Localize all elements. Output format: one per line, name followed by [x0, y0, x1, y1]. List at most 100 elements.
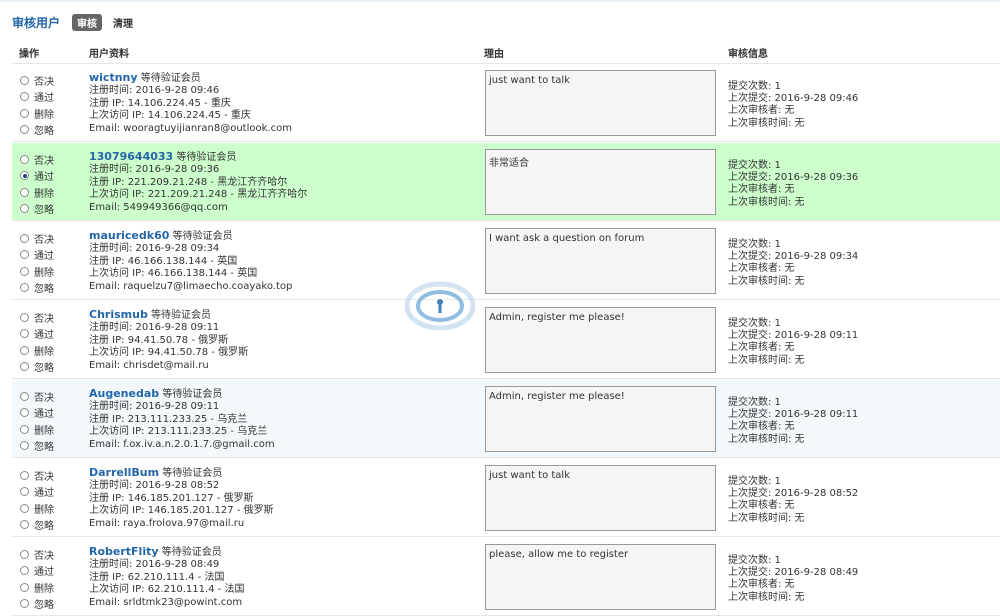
radio-reject[interactable]: 否决 — [20, 546, 54, 563]
radio-ignore[interactable]: 忽略 — [20, 122, 54, 139]
table-row: 否决 通过 删除 忽略 DarrellBum 等待验证会员 注册时间: 2016-9-28… — [12, 459, 1000, 537]
radio-ignore[interactable]: 忽略 — [20, 280, 54, 297]
radio-button[interactable] — [20, 470, 29, 480]
username-link[interactable]: RobertFlity — [89, 545, 159, 558]
radio-button[interactable] — [20, 204, 29, 214]
radio-approve[interactable]: 通过 — [20, 484, 54, 501]
radio-label: 忽略 — [34, 363, 54, 375]
radio-delete[interactable]: 删除 — [20, 421, 54, 438]
reason-textarea[interactable]: please, allow me to register — [485, 544, 716, 610]
radio-approve[interactable]: 通过 — [20, 168, 54, 185]
reason-textarea[interactable]: 非常适合 — [485, 149, 716, 215]
radio-label: 忽略 — [34, 600, 54, 612]
radio-button[interactable] — [20, 503, 29, 513]
radio-button[interactable] — [20, 345, 29, 355]
last-submit: 上次提交: 2016-9-28 09:34 — [728, 251, 859, 263]
radio-button[interactable] — [20, 266, 29, 276]
username-link[interactable]: DarrellBum — [89, 466, 159, 479]
radio-label: 通过 — [34, 567, 54, 579]
reason-textarea[interactable]: just want to talk — [485, 465, 716, 531]
radio-delete[interactable]: 删除 — [20, 263, 54, 280]
radio-button[interactable] — [20, 283, 29, 293]
radio-button[interactable] — [20, 549, 29, 559]
radio-ignore[interactable]: 忽略 — [20, 201, 54, 218]
user-status: 等待验证会员 — [162, 389, 223, 400]
reason-textarea[interactable]: I want ask a question on forum — [485, 228, 716, 294]
radio-approve[interactable]: 通过 — [20, 326, 54, 343]
radio-approve[interactable]: 通过 — [20, 247, 54, 264]
last-reviewer: 上次审核者: 无 — [728, 579, 795, 591]
radio-label: 否决 — [34, 471, 54, 483]
user-info: RobertFlity 等待验证会员 注册时间: 2016-9-28 08:49 注… — [89, 545, 244, 609]
review-info: 提交次数: 1 上次提交: 2016-9-28 09:34 上次审核者: 无上次审核… — [728, 239, 858, 288]
username-link[interactable]: 13079644033 — [89, 150, 173, 163]
radio-approve[interactable]: 通过 — [20, 89, 54, 106]
last-submit: 上次提交: 2016-9-28 09:11 — [728, 409, 859, 421]
username-link[interactable]: mauricedk60 — [89, 229, 169, 242]
radio-reject[interactable]: 否决 — [20, 467, 54, 484]
radio-button[interactable] — [20, 125, 29, 135]
radio-ignore[interactable]: 忽略 — [20, 517, 54, 534]
user-status: 等待验证会员 — [162, 468, 223, 479]
radio-reject[interactable]: 否决 — [20, 309, 54, 326]
user-status: 等待验证会员 — [161, 547, 222, 558]
reason-textarea[interactable]: just want to talk — [485, 70, 716, 136]
radio-ignore[interactable]: 忽略 — [20, 359, 54, 376]
radio-ignore[interactable]: 忽略 — [20, 438, 54, 455]
username-link[interactable]: wictnny — [89, 71, 138, 84]
last-review-time: 上次审核时间: 无 — [728, 275, 805, 287]
radio-button[interactable] — [20, 441, 29, 451]
radio-reject[interactable]: 否决 — [20, 151, 54, 168]
register-ip: 注册 IP: 94.41.50.78 - 俄罗斯 — [89, 334, 229, 346]
radio-label: 忽略 — [34, 205, 54, 217]
user-email: Email: f.ox.iv.a.n.2.0.1.7.@gmail.com — [89, 438, 275, 450]
radio-button[interactable] — [20, 599, 29, 609]
radio-button[interactable] — [20, 187, 29, 197]
radio-delete[interactable]: 删除 — [20, 105, 54, 122]
radio-button[interactable] — [20, 75, 29, 85]
review-info: 提交次数: 1 上次提交: 2016-9-28 09:36 上次审核者: 无上次审核… — [728, 160, 858, 209]
radio-button[interactable] — [20, 312, 29, 322]
radio-button[interactable] — [20, 92, 29, 102]
radio-delete[interactable]: 删除 — [20, 500, 54, 517]
tab-cleanup[interactable]: 清理 — [108, 14, 138, 31]
reason-textarea[interactable]: Admin, register me please! — [485, 307, 716, 373]
radio-button[interactable] — [20, 582, 29, 592]
register-ip: 注册 IP: 14.106.224.45 - 重庆 — [89, 97, 231, 109]
review-info: 提交次数: 1 上次提交: 2016-9-28 08:49 上次审核者: 无上次审核… — [728, 555, 858, 604]
last-submit: 上次提交: 2016-9-28 09:36 — [728, 172, 859, 184]
username-link[interactable]: Chrismub — [89, 308, 148, 321]
radio-button[interactable] — [20, 566, 29, 576]
radio-label: 通过 — [34, 488, 54, 500]
register-time: 注册时间: 2016-9-28 09:34 — [89, 243, 220, 255]
radio-delete[interactable]: 删除 — [20, 184, 54, 201]
radio-button[interactable] — [20, 424, 29, 434]
reason-textarea[interactable]: Admin, register me please! — [485, 386, 716, 452]
radio-button[interactable] — [20, 108, 29, 118]
review-info: 提交次数: 1 上次提交: 2016-9-28 09:11 上次审核者: 无上次审核… — [728, 397, 858, 446]
radio-reject[interactable]: 否决 — [20, 388, 54, 405]
review-info: 提交次数: 1 上次提交: 2016-9-28 08:52 上次审核者: 无上次审核… — [728, 476, 858, 525]
radio-button[interactable] — [20, 154, 29, 164]
tab-review[interactable]: 审核 — [72, 13, 103, 31]
radio-delete[interactable]: 删除 — [20, 579, 54, 596]
user-email: Email: 549949366@qq.com — [89, 201, 228, 213]
radio-delete[interactable]: 删除 — [20, 342, 54, 359]
radio-button[interactable] — [20, 391, 29, 401]
radio-button[interactable] — [20, 171, 29, 181]
radio-button[interactable] — [20, 329, 29, 339]
user-status: 等待验证会员 — [151, 310, 212, 321]
radio-approve[interactable]: 通过 — [20, 405, 54, 422]
radio-button[interactable] — [20, 362, 29, 372]
username-link[interactable]: Augenedab — [89, 387, 159, 400]
radio-button[interactable] — [20, 408, 29, 418]
radio-button[interactable] — [20, 250, 29, 260]
user-status: 等待验证会员 — [172, 231, 233, 242]
radio-approve[interactable]: 通过 — [20, 563, 54, 580]
radio-reject[interactable]: 否决 — [20, 72, 54, 89]
radio-label: 否决 — [34, 313, 54, 325]
radio-reject[interactable]: 否决 — [20, 230, 54, 247]
radio-button[interactable] — [20, 487, 29, 497]
radio-button[interactable] — [20, 233, 29, 243]
radio-button[interactable] — [20, 520, 29, 530]
